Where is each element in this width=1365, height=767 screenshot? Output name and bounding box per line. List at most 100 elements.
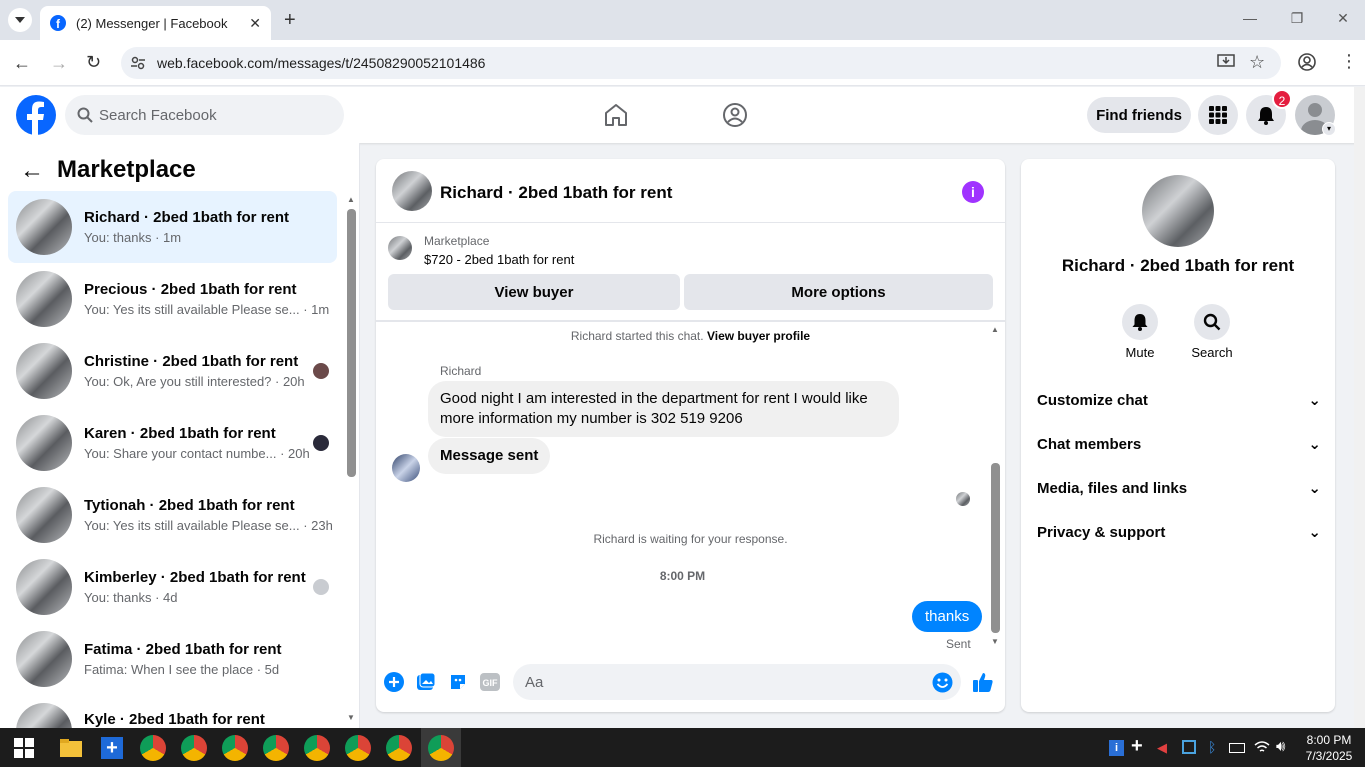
chrome-icon[interactable]: [263, 735, 289, 761]
wifi-tray-icon[interactable]: [1254, 740, 1270, 754]
chrome-icon[interactable]: [181, 735, 207, 761]
maximize-button[interactable]: ❐: [1287, 10, 1307, 30]
profile-icon[interactable]: [1298, 53, 1316, 71]
chevron-down-icon: ⌄: [1308, 392, 1321, 409]
volume-tray-icon[interactable]: 🔊︎: [1276, 738, 1285, 755]
conversation-item[interactable]: Christine · 2bed 1bath for rent You: Ok, …: [8, 335, 337, 407]
view-buyer-profile-link[interactable]: View buyer profile: [707, 329, 810, 343]
more-options-button[interactable]: More options: [684, 274, 993, 310]
conversation-item[interactable]: Karen · 2bed 1bath for rent You: Share yo…: [8, 407, 337, 479]
chat-members-section[interactable]: Chat members ⌄: [1037, 435, 1321, 454]
info-icon[interactable]: i: [962, 181, 984, 203]
chrome-icon[interactable]: [140, 735, 166, 761]
back-icon[interactable]: ←: [13, 53, 31, 74]
sidebar-scroll-down[interactable]: ▼: [347, 713, 355, 722]
customize-chat-section[interactable]: Customize chat ⌄: [1037, 391, 1321, 410]
sender-avatar[interactable]: [392, 454, 420, 482]
chevron-down-icon: ⌄: [1308, 480, 1321, 497]
facebook-logo[interactable]: [16, 95, 56, 135]
plus-tray-icon[interactable]: +: [1131, 735, 1143, 758]
conversation-item[interactable]: Kyle · 2bed 1bath for rent: [8, 695, 337, 728]
app-plus-icon[interactable]: +: [101, 737, 123, 759]
menu-button[interactable]: [1198, 95, 1238, 135]
search-icon: [77, 107, 93, 123]
sticker-icon[interactable]: [448, 672, 468, 692]
conversation-item[interactable]: Precious · 2bed 1bath for rent You: Yes i…: [8, 263, 337, 335]
sidebar-scrollbar[interactable]: [347, 209, 356, 477]
back-arrow-icon[interactable]: ←: [20, 157, 44, 185]
listing-source: Marketplace: [424, 234, 490, 248]
gif-icon[interactable]: GIF: [480, 673, 500, 691]
info-tray-icon[interactable]: i: [1109, 740, 1124, 756]
listing-thumbnail: [16, 487, 72, 543]
groups-icon[interactable]: [722, 102, 748, 128]
chrome-icon[interactable]: [304, 735, 330, 761]
bluetooth-tray-icon[interactable]: ᛒ: [1208, 739, 1216, 755]
chat-scroll-up[interactable]: ▲: [991, 325, 999, 334]
network-adapter-tray-icon[interactable]: [1182, 740, 1196, 754]
emoji-icon[interactable]: [932, 672, 953, 693]
new-tab-button[interactable]: +: [284, 9, 296, 32]
close-window-button[interactable]: ✕: [1333, 10, 1353, 30]
view-buyer-button[interactable]: View buyer: [388, 274, 680, 310]
chrome-icon[interactable]: [428, 735, 454, 761]
grid-menu-icon: [1209, 106, 1227, 124]
conversation-item[interactable]: Kimberley · 2bed 1bath for rent You: than…: [8, 551, 337, 623]
browser-tab[interactable]: f (2) Messenger | Facebook ✕: [40, 6, 271, 40]
chat-scroll-down[interactable]: ▼: [991, 637, 999, 646]
listing-thumbnail: [16, 343, 72, 399]
message-timestamp: 8:00 PM: [659, 569, 706, 583]
listing-thumbnail: [16, 631, 72, 687]
chrome-icon[interactable]: [386, 735, 412, 761]
like-icon[interactable]: [972, 671, 994, 693]
conversation-item[interactable]: Richard · 2bed 1bath for rent You: thanks…: [8, 191, 337, 263]
seen-avatar: [956, 492, 970, 506]
conversation-name: Fatima · 2bed 1bath for rent: [84, 641, 282, 658]
chat-avatar[interactable]: [392, 171, 432, 211]
conversation-preview: You: Ok, Are you still interested? · 20h: [84, 374, 305, 389]
url-text: web.facebook.com/messages/t/245082900521…: [157, 55, 486, 71]
find-friends-button[interactable]: Find friends: [1087, 97, 1191, 133]
conversation-name: Tytionah · 2bed 1bath for rent: [84, 497, 295, 514]
file-explorer-icon[interactable]: [60, 739, 82, 757]
add-icon[interactable]: [384, 672, 404, 692]
contact-avatar[interactable]: [1142, 175, 1214, 247]
account-chevron-icon[interactable]: ▾: [1322, 122, 1336, 136]
chat-scrollbar[interactable]: [991, 463, 1000, 633]
speaker-muted-tray-icon[interactable]: ◀: [1157, 740, 1167, 756]
conversation-item[interactable]: Tytionah · 2bed 1bath for rent You: Yes i…: [8, 479, 337, 551]
site-settings-icon[interactable]: [130, 55, 146, 71]
search-conversation-button[interactable]: [1194, 304, 1230, 340]
close-tab-icon[interactable]: ✕: [249, 15, 261, 32]
chrome-icon[interactable]: [345, 735, 371, 761]
chrome-icon[interactable]: [222, 735, 248, 761]
reload-icon[interactable]: ↻: [86, 52, 101, 73]
bookmark-star-icon[interactable]: ☆: [1249, 52, 1265, 73]
waiting-notice: Richard is waiting for your response.: [593, 532, 788, 546]
listing-price-title[interactable]: $720 - 2bed 1bath for rent: [424, 252, 574, 267]
media-files-links-section[interactable]: Media, files and links ⌄: [1037, 479, 1321, 498]
home-icon[interactable]: [603, 102, 629, 128]
system-clock[interactable]: 8:00 PM 7/3/2025: [1300, 732, 1358, 764]
page-scrollbar[interactable]: [1354, 87, 1365, 728]
privacy-support-section[interactable]: Privacy & support ⌄: [1037, 523, 1321, 542]
conversation-name: Kimberley · 2bed 1bath for rent: [84, 569, 306, 586]
photo-icon[interactable]: [416, 672, 436, 692]
chat-title[interactable]: Richard · 2bed 1bath for rent: [440, 183, 672, 203]
windows-start-icon[interactable]: [14, 738, 34, 758]
battery-tray-icon[interactable]: [1229, 743, 1245, 753]
tab-list-button[interactable]: [8, 8, 32, 32]
conversation-item[interactable]: Fatima · 2bed 1bath for rent Fatima: When…: [8, 623, 337, 695]
section-label: Media, files and links: [1037, 479, 1188, 497]
minimize-button[interactable]: —: [1240, 10, 1260, 30]
read-receipt-avatar: [313, 363, 329, 379]
install-app-icon[interactable]: [1217, 54, 1235, 70]
search-input[interactable]: Search Facebook: [65, 95, 344, 135]
browser-menu-icon[interactable]: ⋮: [1340, 51, 1358, 72]
message-input[interactable]: Aa: [513, 664, 961, 700]
forward-icon[interactable]: →: [50, 53, 68, 74]
sidebar-scroll-up[interactable]: ▲: [347, 195, 355, 204]
conversation-name: Richard · 2bed 1bath for rent: [84, 209, 290, 226]
mute-button[interactable]: [1122, 304, 1158, 340]
search-label: Search: [1191, 345, 1233, 360]
